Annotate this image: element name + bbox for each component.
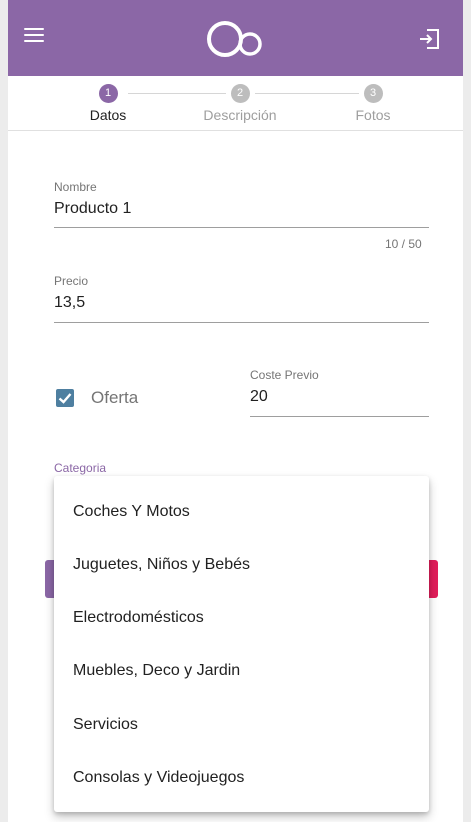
step-label: Fotos [355,107,391,123]
left-edge [0,0,8,822]
dropdown-option[interactable]: Electrodomésticos [54,591,429,644]
step-number: 1 [98,84,118,103]
nombre-underline [54,227,429,228]
step-descripcion[interactable]: 2 Descripción [195,84,285,123]
precio-value: 13,5 [54,294,86,311]
step-datos[interactable]: 1 Datos [63,84,153,123]
step-label: Descripción [203,107,277,123]
dropdown-option[interactable]: Consolas y Videojuegos [54,751,429,804]
app-frame: 1 Datos 2 Descripción 3 Fotos Nombre Pro… [8,0,463,822]
precio-label: Precio [54,274,89,288]
categoria-label: Categoria [54,461,107,475]
dropdown-option[interactable]: Juguetes, Niños y Bebés [54,538,429,591]
nombre-counter: 10 / 50 [385,237,422,251]
oferta-checkbox[interactable] [56,389,74,407]
nombre-field[interactable]: Nombre Producto 1 [54,180,429,230]
app-bar [8,0,463,76]
coste-previo-value: 20 [250,388,268,405]
dropdown-option[interactable]: Coches Y Motos [54,485,429,538]
dropdown-option[interactable]: Servicios [54,698,429,751]
step-fotos[interactable]: 3 Fotos [328,84,418,123]
bubbles-logo-icon [207,21,262,57]
step-number: 2 [230,84,250,103]
categoria-dropdown: Coches Y Motos Juguetes, Niños y Bebés E… [54,476,429,812]
nombre-value: Producto 1 [54,200,132,217]
precio-field[interactable]: Precio 13,5 [54,274,429,324]
menu-icon[interactable] [24,28,46,46]
stepper: 1 Datos 2 Descripción 3 Fotos [8,76,463,131]
precio-underline [54,322,429,323]
logout-icon[interactable] [417,28,441,50]
step-label: Datos [89,107,127,123]
oferta-label[interactable]: Oferta [91,388,138,408]
right-edge [463,0,471,822]
nombre-label: Nombre [54,180,97,194]
check-icon [58,393,72,404]
coste-previo-label: Coste Previo [250,368,319,382]
coste-previo-underline [250,416,429,417]
step-number: 3 [363,84,383,103]
coste-previo-field[interactable]: Coste Previo 20 [250,368,429,418]
dropdown-option[interactable]: Muebles, Deco y Jardin [54,644,429,697]
